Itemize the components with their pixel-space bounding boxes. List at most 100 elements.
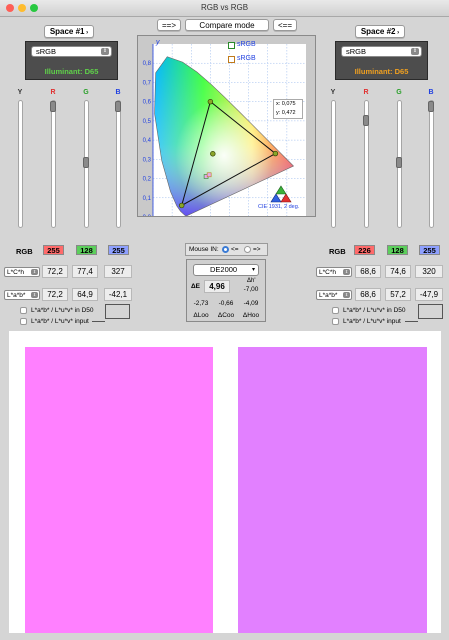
left-lab-b[interactable]: -42,1 [104,288,132,301]
compare-mode-button[interactable]: Compare mode [185,19,269,31]
chevron-updown-icon: ⇕ [31,292,38,298]
right-lab-b[interactable]: -47,9 [415,288,443,301]
right-lch-c[interactable]: 74,6 [385,265,411,278]
right-slider-label-r: R [363,89,369,96]
left-lch-mode-select[interactable]: L*C*h ⇕ [4,267,40,277]
left-b-slider-thumb[interactable] [115,101,121,112]
left-y-slider[interactable] [18,100,23,228]
white-point [210,151,216,157]
y-axis-label: y [155,39,160,46]
right-input-connector [405,321,418,322]
left-slider-label-b: B [115,89,121,96]
space2-profile-value: sRGB [346,47,367,56]
left-lab-l[interactable]: 72,2 [42,288,68,301]
right-lab-a[interactable]: 57,2 [385,288,411,301]
right-rgb-label: RGB [329,247,346,256]
copy-left-to-right-button[interactable]: ==> [157,19,181,31]
left-r-value[interactable]: 255 [43,245,64,255]
chevron-updown-icon: ⇕ [343,269,350,275]
y-tick-label: 0,7 [143,80,152,86]
left-lab-a[interactable]: 64,9 [72,288,98,301]
gamut-primary-point [272,150,279,157]
chevron-updown-icon: ⇕ [411,48,419,55]
right-lab-l[interactable]: 68,6 [355,288,381,301]
zoom-window-button[interactable] [30,4,38,12]
space2-profile-select[interactable]: sRGB ⇕ [341,46,422,57]
left-lch-c[interactable]: 77,4 [72,265,98,278]
space1-profile-select[interactable]: sRGB ⇕ [31,46,112,57]
legend-marker-space1 [228,42,235,49]
right-lab-mode-value: L*a*b* [319,292,338,299]
left-r-slider-thumb[interactable] [50,101,56,112]
right-lch-mode-value: L*C*h [319,269,336,276]
mouse-left-radio[interactable] [222,246,229,253]
right-b-slider-thumb[interactable] [428,101,434,112]
space2-panel: sRGB ⇕ Illuminant: D65 [335,41,428,80]
right-g-value[interactable]: 128 [387,245,408,255]
left-lch-h[interactable]: 327 [104,265,132,278]
left-d50-checkbox[interactable] [20,307,27,314]
right-y-slider[interactable] [331,100,336,228]
close-window-button[interactable] [6,4,14,12]
copy-right-to-left-button[interactable]: <== [273,19,297,31]
minimize-window-button[interactable] [18,4,26,12]
right-g-slider-thumb[interactable] [396,157,402,168]
right-slider-label-g: G [396,89,402,96]
delta-e-value: 4,96 [204,280,230,293]
y-tick-label: 0,8 [143,61,152,67]
space1-panel: sRGB ⇕ Illuminant: D65 [25,41,118,80]
space2-button-label: Space #2 [360,27,396,36]
left-input-checkbox[interactable] [20,318,27,325]
right-lch-h[interactable]: 320 [415,265,443,278]
space1-button-label: Space #1 [49,27,85,36]
mouse-right-radio[interactable] [244,246,251,253]
right-r-value[interactable]: 226 [354,245,375,255]
y-tick-label: 0,2 [143,177,152,183]
left-lch-l[interactable]: 72,2 [42,265,68,278]
chevron-down-icon: ▾ [251,267,255,273]
mouse-left-radio-label: <= [231,246,239,253]
right-slider-label-y: Y [330,89,336,96]
right-b-value[interactable]: 255 [419,245,440,255]
left-g-value[interactable]: 128 [76,245,97,255]
gamut-primary-point [207,98,214,105]
right-color-swatch [238,347,427,633]
right-lab-mode-select[interactable]: L*a*b* ⇕ [316,290,352,300]
left-color-swatch [25,347,213,633]
y-tick-label: 0,6 [143,100,152,106]
delta-formula-select[interactable]: DE2000 ▾ [193,264,259,276]
delta-e-label: ΔE [191,283,201,290]
left-b-value[interactable]: 255 [108,245,129,255]
delta-h-value: -7,00 [243,286,259,293]
space2-color-point [206,172,212,178]
right-input-checkbox[interactable] [332,318,339,325]
left-slider-label-g: G [83,89,89,96]
chart-caption: CIE 1931, 2 deg. [258,204,300,210]
right-d50-checkbox[interactable] [332,307,339,314]
right-input-field[interactable] [418,304,443,319]
left-g-slider-thumb[interactable] [83,157,89,168]
chevron-updown-icon: ⇕ [343,292,350,298]
space1-button[interactable]: Space #1 › [44,25,94,38]
right-b-slider[interactable] [429,100,434,228]
left-input-field[interactable] [105,304,130,319]
rgb-triangle-icon[interactable] [269,185,293,203]
window-title-bar: RGB vs RGB [0,0,449,17]
chevron-updown-icon: ⇕ [101,48,109,55]
right-lch-mode-select[interactable]: L*C*h ⇕ [316,267,352,277]
right-r-slider-thumb[interactable] [363,115,369,126]
right-slider-label-b: B [428,89,434,96]
cursor-x: x: 0,075 [276,101,296,107]
right-d50-label: L*a*b* / L*u*v* in D50 [343,307,406,314]
chevron-updown-icon: ⇕ [31,269,38,275]
space2-button[interactable]: Space #2 › [355,25,405,38]
left-lab-mode-select[interactable]: L*a*b* ⇕ [4,290,40,300]
left-d50-label: L*a*b* / L*u*v* in D50 [31,307,94,314]
left-r-slider[interactable] [51,100,56,228]
right-lch-l[interactable]: 68,6 [355,265,381,278]
y-tick-label: 0,4 [143,138,152,144]
delta-c-label: ΔCoo [217,312,235,319]
right-input-label: L*a*b* / L*u*v* input [343,318,401,325]
mouse-in-label: Mouse IN: [189,246,219,253]
left-b-slider[interactable] [116,100,121,228]
